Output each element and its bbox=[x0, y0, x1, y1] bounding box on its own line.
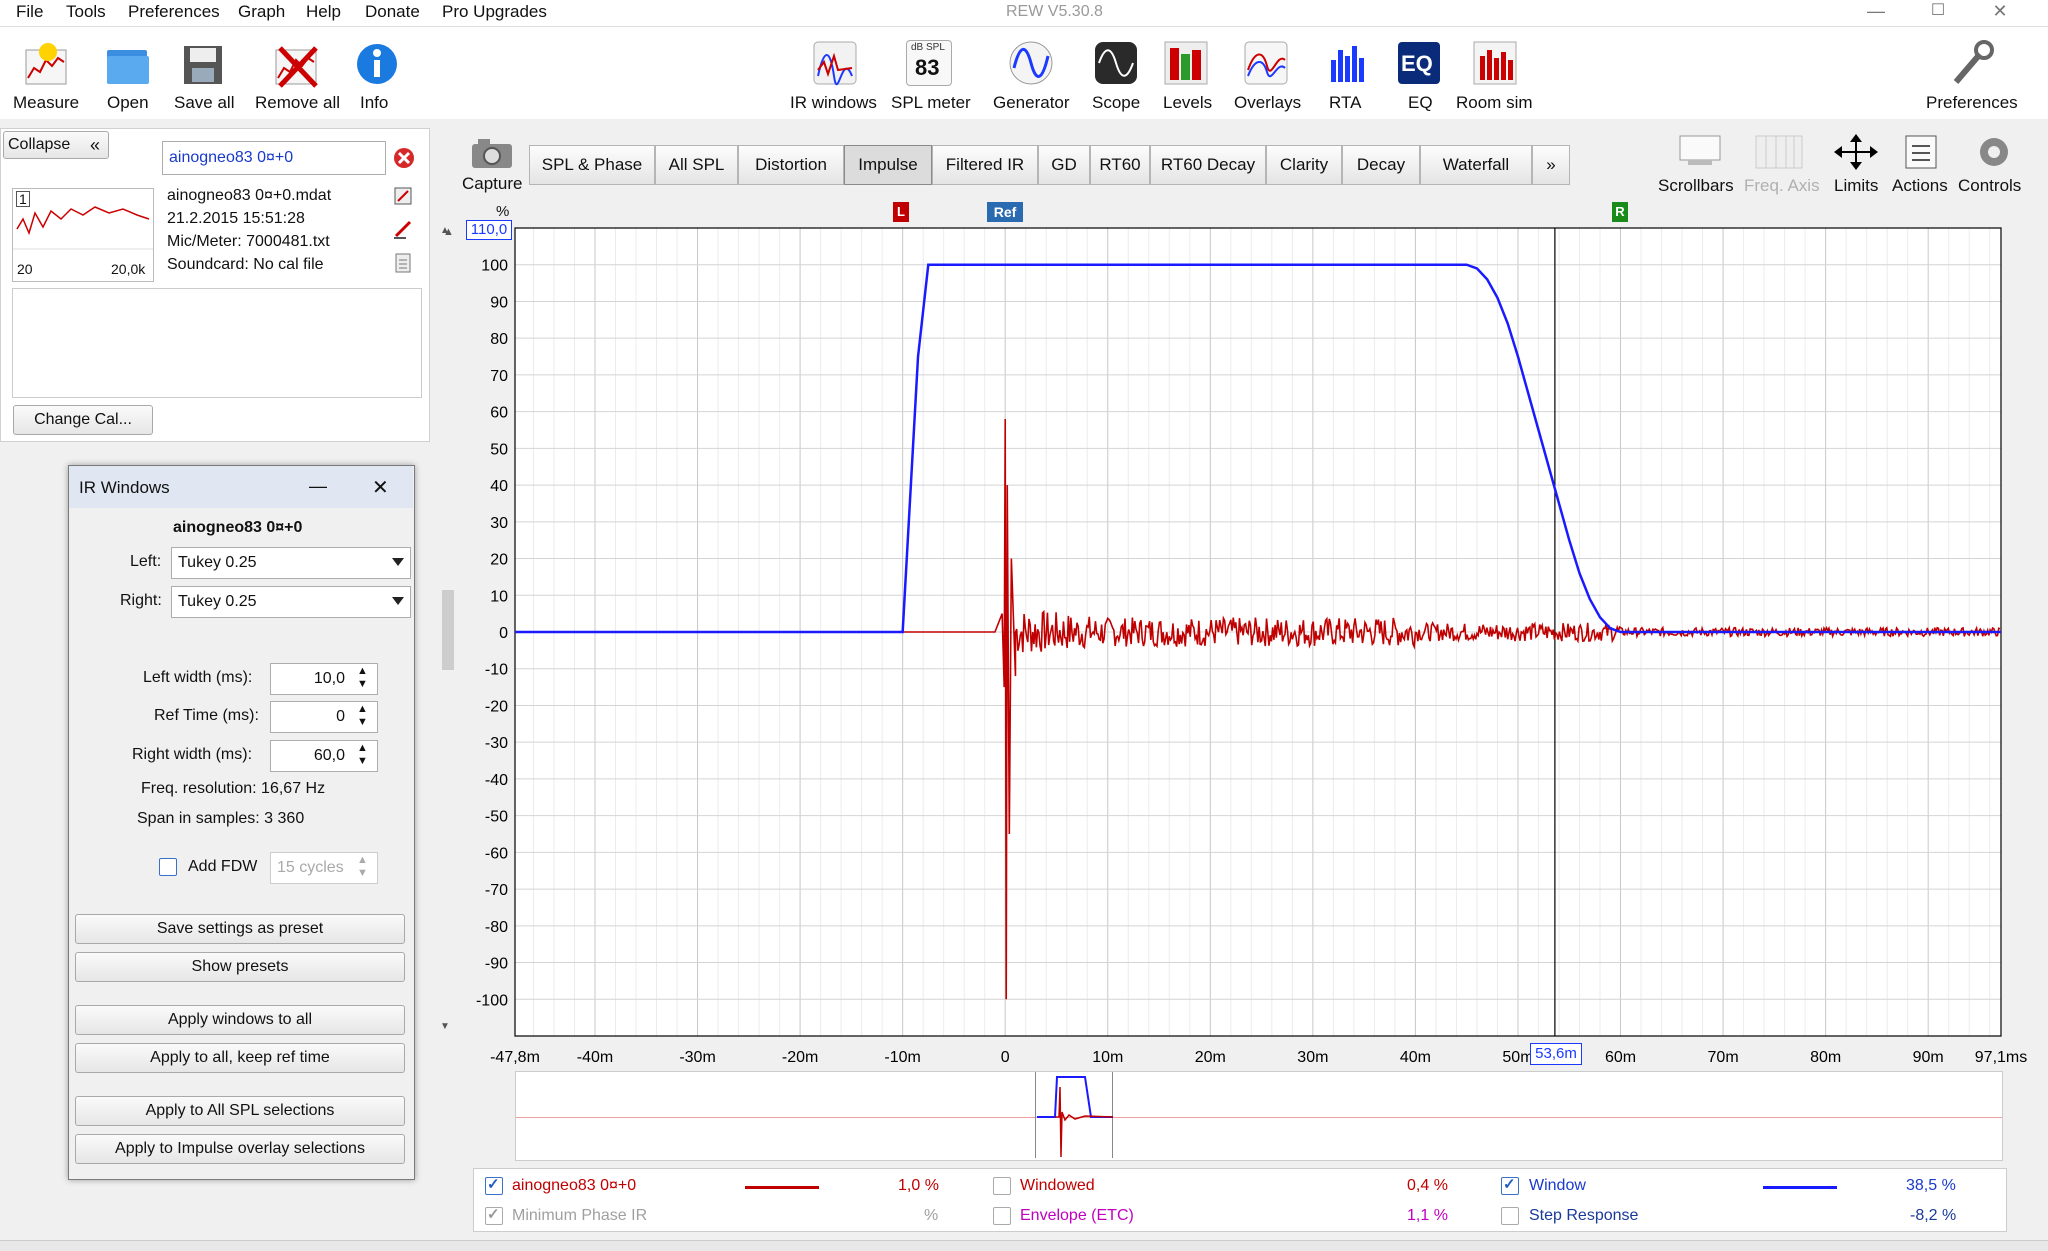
y-tick-label: -100 bbox=[476, 992, 508, 1009]
x-tick-label: 80m bbox=[1810, 1049, 1841, 1066]
impulse-series-line bbox=[515, 418, 2001, 1000]
x-tick-label: 50m bbox=[1502, 1049, 1533, 1066]
x-tick-label: 10m bbox=[1092, 1049, 1123, 1066]
min-phase-legend-value: % bbox=[924, 1207, 939, 1224]
y-tick-label: -60 bbox=[485, 845, 508, 862]
min-phase-legend-label: Minimum Phase IR bbox=[512, 1207, 648, 1224]
y-tick-label: 10 bbox=[490, 588, 508, 605]
y-tick-label: 30 bbox=[490, 515, 508, 532]
y-tick-label: -80 bbox=[485, 919, 508, 936]
x-tick-label: -10m bbox=[884, 1049, 920, 1066]
impulse-legend-label: ainogneo83 0¤+0 bbox=[512, 1177, 637, 1194]
overview-thumbnail bbox=[1037, 1076, 1114, 1158]
window-checkbox[interactable] bbox=[1501, 1175, 1519, 1195]
y-axis-ticks: 1009080706050403020100-10-20-30-40-50-60… bbox=[476, 258, 508, 1010]
y-tick-label: 70 bbox=[490, 368, 508, 385]
overview-strip[interactable] bbox=[515, 1071, 2003, 1161]
y-tick-label: -10 bbox=[485, 662, 508, 679]
y-tick-label: -70 bbox=[485, 882, 508, 899]
y-tick-label: -20 bbox=[485, 698, 508, 715]
x-tick-label: 40m bbox=[1400, 1049, 1431, 1066]
step-response-legend-value: -8,2 % bbox=[1910, 1207, 1957, 1224]
x-tick-label: 97,1ms bbox=[1975, 1049, 2027, 1066]
window-legend-line bbox=[1763, 1186, 1837, 1189]
x-tick-label: -20m bbox=[782, 1049, 818, 1066]
y-tick-label: -40 bbox=[485, 772, 508, 789]
windowed-checkbox[interactable] bbox=[993, 1177, 1011, 1195]
overview-baseline bbox=[516, 1117, 2002, 1118]
y-tick-label: 60 bbox=[490, 405, 508, 422]
min-phase-checkbox[interactable] bbox=[485, 1205, 503, 1225]
impulse-legend-line bbox=[745, 1186, 819, 1189]
legend-panel bbox=[473, 1168, 2007, 1232]
envelope-legend-label: Envelope (ETC) bbox=[1020, 1207, 1134, 1224]
y-tick-label: -50 bbox=[485, 809, 508, 826]
cursor-time-box[interactable]: 53,6m bbox=[1530, 1043, 1582, 1065]
x-tick-label: 20m bbox=[1195, 1049, 1226, 1066]
x-tick-label: -30m bbox=[679, 1049, 715, 1066]
x-tick-label: -40m bbox=[577, 1049, 613, 1066]
status-bar bbox=[0, 1240, 2048, 1251]
y-tick-label: 50 bbox=[490, 441, 508, 458]
x-tick-label: 60m bbox=[1605, 1049, 1636, 1066]
x-tick-label: 90m bbox=[1913, 1049, 1944, 1066]
step-response-checkbox[interactable] bbox=[1501, 1207, 1519, 1225]
x-tick-label: 30m bbox=[1297, 1049, 1328, 1066]
windowed-legend-value: 0,4 % bbox=[1407, 1177, 1448, 1194]
y-tick-label: 100 bbox=[481, 258, 508, 275]
impulse-legend-value: 1,0 % bbox=[898, 1177, 939, 1194]
right-window-marker[interactable]: R bbox=[1612, 202, 1628, 222]
x-tick-label: 70m bbox=[1708, 1049, 1739, 1066]
y-tick-label: 90 bbox=[490, 294, 508, 311]
windowed-legend-label: Windowed bbox=[1020, 1177, 1095, 1194]
x-tick-label: -47,8m bbox=[490, 1049, 540, 1066]
y-tick-label: 0 bbox=[499, 625, 508, 642]
envelope-legend-value: 1,1 % bbox=[1407, 1207, 1448, 1224]
y-tick-label: 80 bbox=[490, 331, 508, 348]
impulse-chart: 1009080706050403020100-10-20-30-40-50-60… bbox=[476, 227, 2027, 1066]
envelope-checkbox[interactable] bbox=[993, 1207, 1011, 1225]
left-window-marker[interactable]: L bbox=[893, 202, 909, 222]
ref-time-marker[interactable]: Ref bbox=[987, 202, 1023, 222]
window-legend-label: Window bbox=[1529, 1177, 1586, 1194]
y-tick-label: 20 bbox=[490, 552, 508, 569]
step-response-legend-label: Step Response bbox=[1529, 1207, 1639, 1224]
y-tick-label: -90 bbox=[485, 956, 508, 973]
y-tick-label: 40 bbox=[490, 478, 508, 495]
y-tick-label: -30 bbox=[485, 735, 508, 752]
x-tick-label: 0 bbox=[1001, 1049, 1010, 1066]
x-axis-ticks: -47,8m -40m -30m -20m -10m 0 10m 20m 30m 40m 50m 60… bbox=[490, 1049, 2027, 1066]
chart-series bbox=[515, 228, 2001, 1036]
impulse-checkbox[interactable] bbox=[485, 1175, 503, 1195]
window-legend-value: 38,5 % bbox=[1906, 1177, 1956, 1194]
